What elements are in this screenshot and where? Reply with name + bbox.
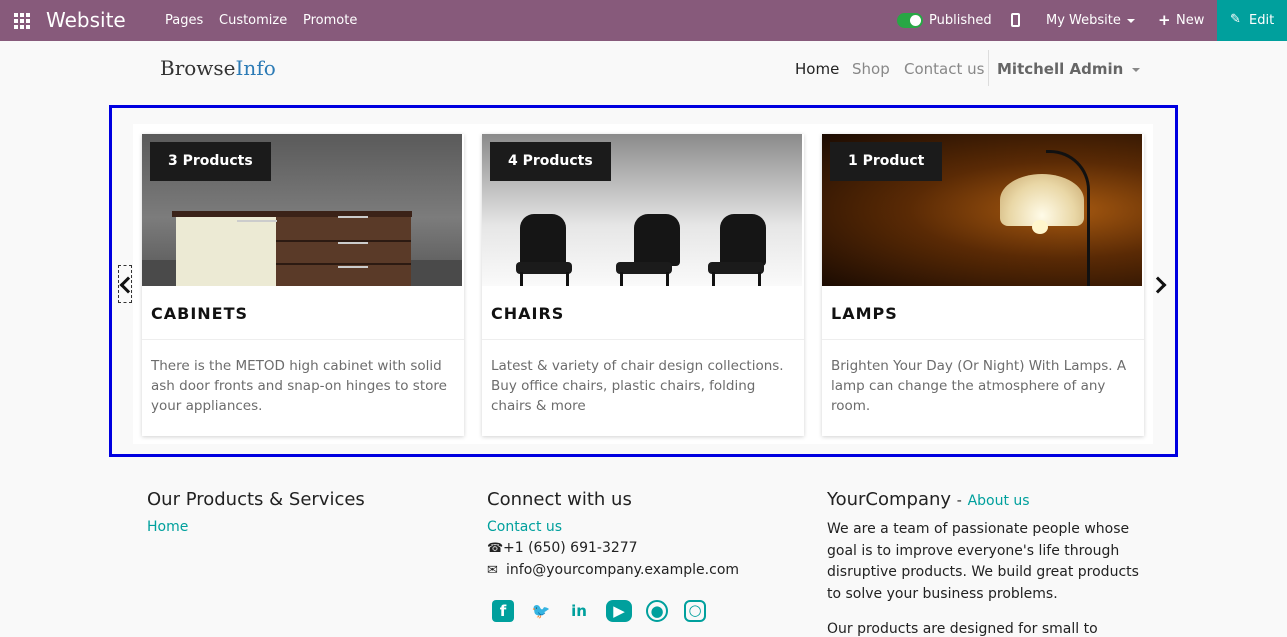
nav-shop[interactable]: Shop	[852, 60, 890, 78]
divider	[822, 339, 1144, 340]
footer-company-heading: YourCompany - About us	[827, 489, 1030, 510]
app-title: Website	[46, 8, 126, 32]
footer-home-link[interactable]: Home	[147, 519, 188, 535]
instagram-icon[interactable]: ○	[684, 600, 706, 622]
apps-grid-icon[interactable]	[14, 13, 30, 29]
mobile-preview-icon[interactable]	[1011, 13, 1020, 27]
site-logo[interactable]: BrowseInfo	[160, 56, 276, 80]
menu-pages[interactable]: Pages	[165, 13, 203, 28]
category-description: Brighten Your Day (Or Night) With Lamps.…	[831, 358, 1127, 414]
nav-home[interactable]: Home	[795, 60, 839, 78]
divider	[142, 339, 464, 340]
category-description: Latest & variety of chair design collect…	[491, 358, 784, 414]
new-button[interactable]: New	[1176, 13, 1204, 28]
category-card-cabinets[interactable]: 3 Products CABINETS There is the METOD h…	[142, 134, 464, 436]
user-menu[interactable]: Mitchell Admin	[997, 60, 1141, 78]
facebook-icon[interactable]: f	[492, 600, 514, 622]
footer-products-heading: Our Products & Services	[147, 489, 365, 510]
divider	[482, 339, 804, 340]
envelope-icon: ✉	[487, 563, 498, 578]
chairs-image: 4 Products	[482, 134, 802, 286]
user-name: Mitchell Admin	[997, 60, 1124, 78]
logo-text-info: Info	[235, 56, 276, 80]
plus-icon[interactable]: +	[1158, 13, 1171, 28]
chevron-down-icon	[1126, 18, 1135, 23]
heading-separator: -	[956, 493, 962, 509]
twitter-icon[interactable]: 🐦	[530, 600, 552, 622]
category-title: CABINETS	[151, 304, 249, 323]
youtube-icon[interactable]: ▶	[606, 600, 632, 622]
admin-topbar: Website Pages Customize Promote Publishe…	[0, 0, 1287, 41]
footer-contact-link[interactable]: Contact us	[487, 519, 562, 535]
footer-about-text: We are a team of passionate people whose…	[827, 521, 1139, 602]
logo-text-browse: Browse	[160, 56, 236, 80]
product-count-badge: 3 Products	[150, 142, 271, 181]
linkedin-icon[interactable]: in	[568, 600, 590, 622]
product-count-badge: 1 Product	[830, 142, 943, 181]
category-description: There is the METOD high cabinet with sol…	[151, 358, 447, 414]
site-selector-label: My Website	[1046, 13, 1121, 28]
category-title: CHAIRS	[491, 304, 565, 323]
about-us-link[interactable]: About us	[968, 493, 1030, 509]
published-toggle[interactable]	[897, 13, 923, 28]
category-card-chairs[interactable]: 4 Products CHAIRS Latest & variety of ch…	[482, 134, 804, 436]
edit-button[interactable]: ✎ Edit	[1217, 0, 1287, 41]
nav-contact-us[interactable]: Contact us	[904, 60, 984, 78]
category-title: LAMPS	[831, 304, 898, 323]
footer-about-text-2: Our products are designed for small to	[827, 621, 1098, 637]
pencil-icon: ✎	[1230, 12, 1241, 27]
edit-label: Edit	[1249, 13, 1275, 28]
company-name: YourCompany	[827, 489, 952, 510]
carousel-prev-arrow-icon[interactable]	[118, 265, 132, 303]
cabinet-image: 3 Products	[142, 134, 462, 286]
menu-customize[interactable]: Customize	[219, 13, 287, 28]
lamp-image: 1 Product	[822, 134, 1142, 286]
footer-phone: +1 (650) 691-3277	[503, 540, 638, 556]
site-selector[interactable]: My Website	[1046, 13, 1135, 28]
menu-promote[interactable]: Promote	[303, 13, 357, 28]
published-label[interactable]: Published	[929, 13, 992, 28]
carousel-next-arrow-icon[interactable]	[1152, 275, 1168, 295]
chevron-down-icon	[1132, 67, 1141, 72]
footer-connect-heading: Connect with us	[487, 489, 632, 510]
github-icon[interactable]: ●	[646, 600, 668, 622]
phone-icon: ☎	[487, 541, 504, 556]
nav-divider	[988, 50, 989, 86]
category-card-lamps[interactable]: 1 Product LAMPS Brighten Your Day (Or Ni…	[822, 134, 1144, 436]
product-count-badge: 4 Products	[490, 142, 611, 181]
footer-email[interactable]: info@yourcompany.example.com	[506, 562, 739, 578]
